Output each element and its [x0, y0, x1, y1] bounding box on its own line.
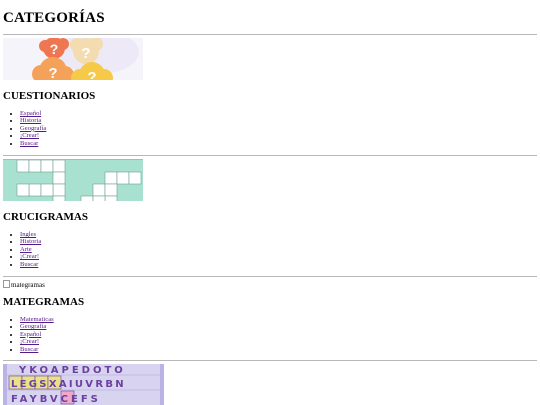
broken-image-icon [3, 280, 10, 288]
list-item: ¡Crear! [20, 132, 46, 139]
list-item: Geografía [20, 125, 46, 132]
divider [3, 276, 537, 277]
link-buscar[interactable]: Buscar [20, 346, 38, 353]
list-item: Español [20, 331, 54, 338]
link-arte[interactable]: Arte [20, 246, 32, 253]
section-heading-crucigramas: CRUCIGRAMAS [3, 211, 88, 223]
section-heading-cuestionarios: CUESTIONARIOS [3, 90, 96, 102]
divider [3, 34, 537, 35]
list-item: ¡Crear! [20, 338, 54, 345]
wordsearch-illustration: YKOAPEDOTO LEGSXAIUVRBN FAYBVCEFS [3, 364, 164, 405]
list-item: ¡Crear! [20, 253, 41, 260]
svg-text:?: ? [87, 69, 96, 80]
wordsearch-row: FAYBVCEFS [11, 394, 101, 405]
crossword-banner-image[interactable] [3, 159, 143, 201]
link-buscar[interactable]: Buscar [20, 140, 38, 147]
link-espanol[interactable]: Español [20, 331, 41, 338]
divider [3, 155, 537, 156]
link-crear[interactable]: ¡Crear! [20, 338, 39, 345]
question-bubbles-illustration: ? ? ? ? [3, 38, 143, 80]
crossword-grid-illustration [3, 159, 143, 201]
list-item: Matematicas [20, 316, 54, 323]
list-item: Español [20, 110, 46, 117]
list-item: Historia [20, 238, 41, 245]
link-espanol[interactable]: Español [20, 110, 41, 117]
svg-text:?: ? [50, 41, 59, 57]
divider [3, 360, 537, 361]
link-historia[interactable]: Historia [20, 238, 41, 245]
mategramas-link-list: Matematicas Geografía Español ¡Crear! Bu… [3, 316, 54, 353]
list-item: Buscar [20, 140, 46, 147]
list-item: Arte [20, 246, 41, 253]
cuestionarios-link-list: Español Historia Geografía ¡Crear! Busca… [3, 110, 46, 147]
image-alt-text: mategramas [11, 281, 45, 289]
crucigramas-link-list: Ingles Historia Arte ¡Crear! Buscar [3, 231, 41, 268]
link-crear[interactable]: ¡Crear! [20, 132, 39, 139]
svg-text:?: ? [48, 65, 57, 80]
list-item: Historia [20, 117, 46, 124]
wordsearch-banner-image[interactable]: YKOAPEDOTO LEGSXAIUVRBN FAYBVCEFS [3, 364, 164, 405]
link-historia[interactable]: Historia [20, 117, 41, 124]
svg-text:?: ? [81, 45, 90, 62]
mategramas-broken-image[interactable]: mategramas [3, 280, 45, 289]
wordsearch-row: LEGSXAIUVRBN [11, 379, 126, 390]
link-geografia[interactable]: Geografía [20, 323, 46, 330]
list-item: Geografía [20, 323, 54, 330]
list-item: Ingles [20, 231, 41, 238]
link-crear[interactable]: ¡Crear! [20, 253, 39, 260]
quiz-banner-image[interactable]: ? ? ? ? [3, 38, 143, 80]
link-ingles[interactable]: Ingles [20, 231, 36, 238]
list-item: Buscar [20, 346, 54, 353]
link-matematicas[interactable]: Matematicas [20, 316, 54, 323]
wordsearch-row: YKOAPEDOTO [18, 365, 126, 376]
page-title: CATEGORÍAS [3, 10, 105, 26]
list-item: Buscar [20, 261, 41, 268]
section-heading-mategramas: MATEGRAMAS [3, 296, 85, 308]
link-buscar[interactable]: Buscar [20, 261, 38, 268]
link-geografia[interactable]: Geografía [20, 125, 46, 132]
